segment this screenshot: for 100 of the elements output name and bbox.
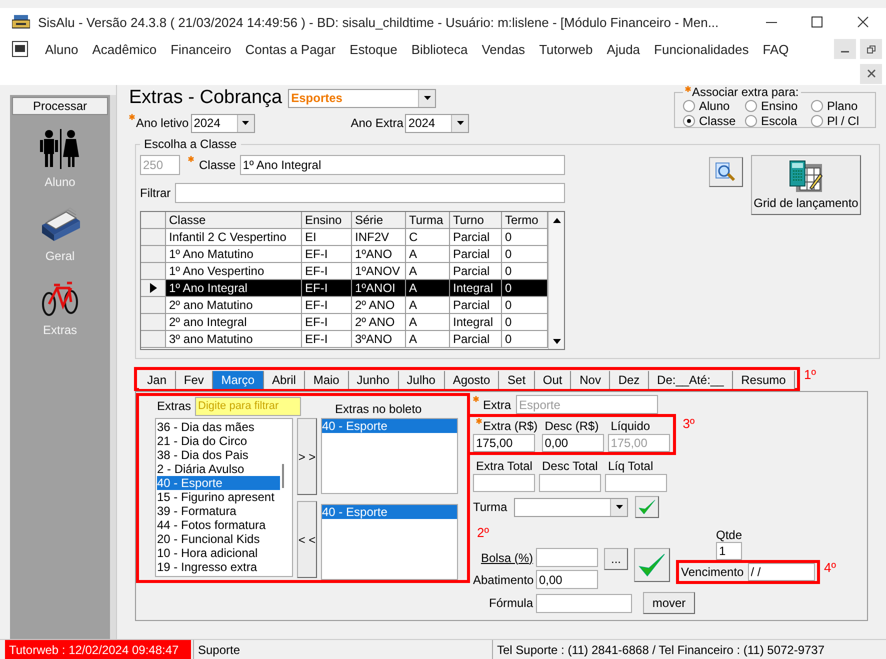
ellipsis-button[interactable]: ... xyxy=(604,548,628,570)
scrollbar-thumb[interactable] xyxy=(282,464,284,488)
list-item[interactable]: 21 - Dia do Circo xyxy=(157,434,280,448)
class-field[interactable]: 1º Ano Integral xyxy=(240,155,565,175)
table-cell: 3ºANO xyxy=(352,331,406,348)
radio-label[interactable]: Classe xyxy=(699,114,736,128)
list-item[interactable]: 15 - Figurino apresent xyxy=(157,490,280,504)
formula-field[interactable] xyxy=(536,594,632,612)
radio-label[interactable]: Plano xyxy=(827,99,858,113)
row-pointer-icon xyxy=(150,283,156,293)
menu-item[interactable]: Tutorweb xyxy=(532,42,600,56)
month-tab[interactable]: Junho xyxy=(348,371,399,389)
radio-button[interactable] xyxy=(745,100,757,112)
month-tab[interactable]: Out xyxy=(534,371,572,389)
list-item[interactable]: 40 - Esporte xyxy=(322,505,457,519)
radio-button[interactable] xyxy=(683,115,695,127)
row-indicator[interactable] xyxy=(141,280,166,297)
turma-dropdown[interactable] xyxy=(514,498,628,516)
confirm-button[interactable] xyxy=(634,548,670,582)
remove-button[interactable]: < < xyxy=(297,501,317,578)
app-icon xyxy=(12,14,30,30)
month-tab[interactable]: Jan xyxy=(139,371,176,389)
menu-item[interactable]: Biblioteca xyxy=(404,42,475,56)
month-tab[interactable]: De:__Até:__ xyxy=(648,371,733,389)
menu-item[interactable]: FAQ xyxy=(756,42,796,56)
caret-icon xyxy=(451,114,468,132)
radio-label[interactable]: Ensino xyxy=(761,99,798,113)
abatimento-field[interactable]: 0,00 xyxy=(536,570,598,589)
radio-label[interactable]: Escola xyxy=(761,114,798,128)
menu-item[interactable]: Acadêmico xyxy=(85,42,164,56)
list-item[interactable]: 44 - Fotos formatura xyxy=(157,518,280,532)
radio-button[interactable] xyxy=(683,100,695,112)
grid-button[interactable]: Grid de lançamento xyxy=(751,155,861,215)
month-tab[interactable]: Dez xyxy=(610,371,649,389)
list-item[interactable]: 40 - Esporte xyxy=(157,476,280,490)
scrollbar[interactable] xyxy=(548,212,564,349)
radio-label[interactable]: Aluno xyxy=(699,99,730,113)
radio-button[interactable] xyxy=(811,115,823,127)
list-item[interactable]: 19 - Ingresso extra xyxy=(157,560,280,574)
caret-icon xyxy=(610,498,628,516)
list-item[interactable]: 20 - Funcional Kids xyxy=(157,532,280,546)
list-item[interactable]: 2 - Diária Avulso xyxy=(157,462,280,476)
menu-item[interactable]: Funcionalidades xyxy=(647,42,756,56)
column-header[interactable]: Ensino xyxy=(302,212,352,229)
menu-item[interactable]: Contas a Pagar xyxy=(238,42,343,56)
radio-label[interactable]: Pl / Cl xyxy=(827,114,860,128)
total-field[interactable] xyxy=(473,474,535,492)
due-date-field[interactable]: / / xyxy=(748,563,815,581)
restore-button[interactable] xyxy=(860,39,882,59)
list-item[interactable]: 10 - Hora adicional xyxy=(157,546,280,560)
column-header[interactable]: Turno xyxy=(450,212,502,229)
amount-field[interactable]: 0,00 xyxy=(542,434,604,452)
column-header[interactable]: Termo xyxy=(502,212,548,229)
field-label: Extra xyxy=(483,398,512,412)
list-item[interactable]: 36 - Dia das mães xyxy=(157,420,280,434)
table-cell: A xyxy=(406,297,450,314)
radio-button[interactable] xyxy=(811,100,823,112)
bolsa-field[interactable] xyxy=(536,548,598,567)
month-tab[interactable]: Maio xyxy=(305,371,349,389)
column-header[interactable]: Série xyxy=(352,212,406,229)
mover-button[interactable]: mover xyxy=(643,592,695,614)
list-item[interactable]: 38 - Dia dos Pais xyxy=(157,448,280,462)
processar-button[interactable]: Processar xyxy=(12,97,108,115)
close-button[interactable] xyxy=(860,64,882,84)
menu-item[interactable]: Vendas xyxy=(474,42,532,56)
table-cell: EF-I xyxy=(302,314,352,331)
table-cell: Parcial xyxy=(450,229,502,246)
total-field[interactable] xyxy=(539,474,601,492)
people-icon[interactable] xyxy=(38,129,82,169)
quantity-field[interactable]: 1 xyxy=(716,542,742,560)
month-tab[interactable]: Resumo xyxy=(732,371,795,389)
month-tab[interactable]: Fev xyxy=(176,371,214,389)
menu-item[interactable]: Ajuda xyxy=(600,42,648,56)
minimize-button[interactable] xyxy=(834,39,856,59)
filter-field[interactable]: Digite para filtrar xyxy=(195,396,302,416)
month-tab[interactable]: Julho xyxy=(398,371,445,389)
add-button[interactable]: > > xyxy=(297,418,317,495)
year-dropdown[interactable]: 2024 xyxy=(190,114,255,132)
field-label: Fórmula xyxy=(488,596,533,610)
radio-button[interactable] xyxy=(745,115,757,127)
column-header[interactable]: Turma xyxy=(406,212,450,229)
list-item[interactable]: 40 - Esporte xyxy=(322,419,457,433)
menu-item[interactable]: Financeiro xyxy=(164,42,238,56)
confirm-button[interactable] xyxy=(635,496,660,518)
month-tab[interactable]: Set xyxy=(499,371,535,389)
menu-item[interactable]: Estoque xyxy=(342,42,404,56)
menu-item[interactable]: Aluno xyxy=(38,42,86,56)
month-tab[interactable]: Agosto xyxy=(444,371,500,389)
column-header[interactable]: Classe xyxy=(166,212,302,229)
year-dropdown[interactable]: 2024 xyxy=(405,114,470,132)
field-label[interactable]: Bolsa (%) xyxy=(473,550,533,564)
month-tab[interactable]: Abril xyxy=(264,371,306,389)
filter-field[interactable] xyxy=(174,183,565,203)
total-field[interactable] xyxy=(605,474,667,492)
month-tab[interactable]: Nov xyxy=(571,371,610,389)
search-button[interactable] xyxy=(709,157,743,187)
month-tab[interactable]: Março xyxy=(213,371,264,389)
document-icon xyxy=(12,41,28,57)
amount-field[interactable]: 175,00 xyxy=(473,434,535,452)
list-item[interactable]: 39 - Formatura xyxy=(157,504,280,518)
